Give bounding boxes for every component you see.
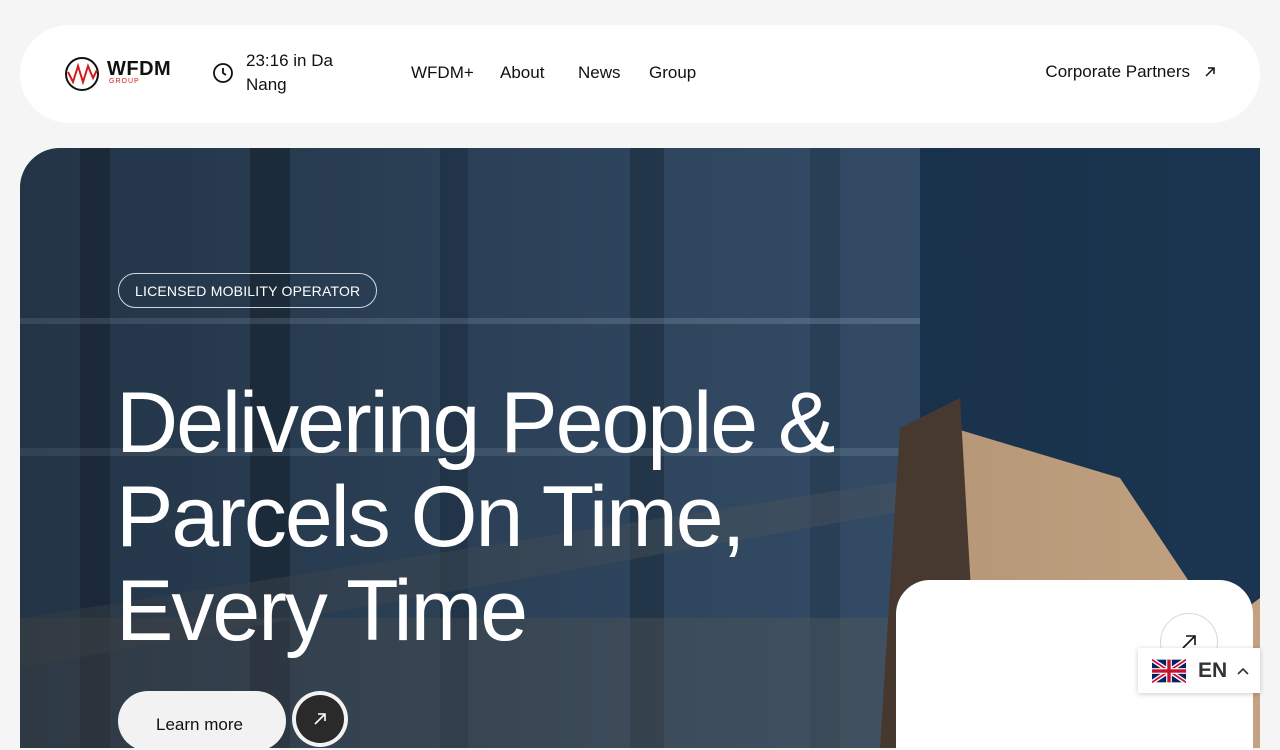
language-code: EN	[1198, 658, 1228, 682]
language-selector[interactable]: EN	[1138, 648, 1260, 693]
nav-item-about[interactable]: About	[500, 63, 544, 83]
arrow-up-right-icon	[1205, 67, 1215, 77]
brand-logo[interactable]: WFDM GROUP	[64, 56, 184, 92]
local-time: 23:16 in Da Nang	[246, 51, 333, 94]
uk-flag-icon	[1152, 658, 1186, 683]
nav-item-news[interactable]: News	[578, 63, 621, 83]
nav-item-group[interactable]: Group	[649, 63, 696, 83]
top-navbar: WFDM GROUP 23:16 in Da Nang WFDM+ About …	[20, 25, 1260, 123]
arrow-up-right-icon	[314, 713, 326, 725]
learn-more-arrow-button[interactable]	[292, 691, 348, 747]
logo-subtitle: GROUP	[109, 78, 140, 85]
corporate-partners-label: Corporate Partners	[1045, 62, 1190, 81]
corporate-partners-link[interactable]: Corporate Partners	[1045, 62, 1216, 82]
chevron-up-icon	[1237, 667, 1249, 675]
hero-headline: Delivering People & Parcels On Time, Eve…	[116, 375, 835, 659]
logo-mark-icon	[65, 57, 99, 91]
clock-icon	[213, 63, 233, 83]
nav-item-wfdm-plus[interactable]: WFDM+	[411, 63, 474, 83]
license-badge: LICENSED MOBILITY OPERATOR	[118, 273, 378, 308]
